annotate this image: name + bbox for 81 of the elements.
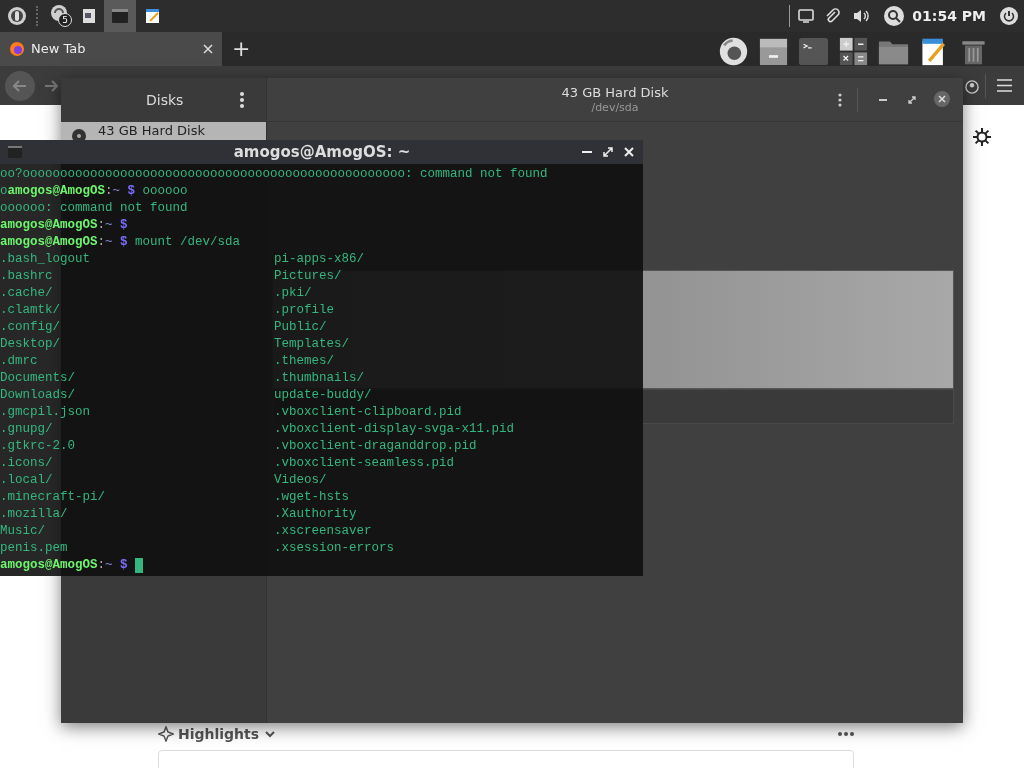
- paperclip-icon[interactable]: [824, 8, 841, 24]
- terminal-icon: [112, 9, 128, 23]
- file-name: Videos/: [274, 473, 327, 487]
- file-name: Templates/: [274, 337, 349, 351]
- prompt-line: amogos@AmogOS:~ $: [0, 217, 129, 234]
- kebab-menu-icon[interactable]: [838, 93, 842, 107]
- prompt-line: amogos@AmogOS:~ $: [0, 557, 643, 574]
- menu-logo-icon[interactable]: [7, 6, 27, 26]
- file-name: .vboxclient-display-svga-x11.pid: [274, 422, 515, 436]
- terminal-output: oo?ooooooooooooooooooooooooooooooooooooooooooooooooooo: command not found: [0, 166, 549, 183]
- file-name: .gmcpil.json: [0, 405, 90, 419]
- file-name: .bashrc: [0, 269, 53, 283]
- file-name: .themes/: [274, 354, 334, 368]
- file-name: .gnupg/: [0, 422, 53, 436]
- close-icon[interactable]: [934, 91, 950, 107]
- sidebar-title: Disks: [146, 90, 184, 110]
- forward-icon[interactable]: [44, 80, 58, 92]
- file-name: update-buddy/: [274, 388, 372, 402]
- file-name: .xsession-errors: [274, 541, 395, 555]
- section-heading[interactable]: Highlights: [178, 723, 260, 745]
- file-name: .icons/: [0, 456, 53, 470]
- file-name: .vboxclient-draganddrop.pid: [274, 439, 477, 453]
- file-name: .mozilla/: [0, 507, 68, 521]
- file-name: Music/: [0, 524, 45, 538]
- prompt-line: amogos@AmogOS:~ $ mount /dev/sda: [0, 234, 242, 251]
- file-name: .Xauthority: [274, 507, 357, 521]
- back-arrow-icon: [13, 80, 27, 92]
- file-name: .thumbnails/: [274, 371, 364, 385]
- drive-item[interactable]: 43 GB Hard Disk: [61, 122, 266, 140]
- clock[interactable]: 01:54 PM: [912, 5, 986, 27]
- file-name: pi-apps-x86/: [274, 252, 364, 266]
- file-name: Desktop/: [0, 337, 60, 351]
- file-name: .minecraft-pi/: [0, 490, 106, 504]
- file-name: .xscreensaver: [274, 524, 372, 538]
- file-name: .pki/: [274, 286, 312, 300]
- calculator-icon[interactable]: [838, 36, 869, 66]
- document-icon[interactable]: [82, 8, 96, 24]
- account-icon[interactable]: [965, 79, 979, 95]
- kebab-menu-icon[interactable]: [240, 92, 244, 108]
- settings-icon[interactable]: [973, 128, 991, 146]
- file-name: Pictures/: [274, 269, 342, 283]
- file-name: .local/: [0, 473, 53, 487]
- file-name: .cache/: [0, 286, 53, 300]
- close-icon[interactable]: [203, 44, 213, 54]
- search-icon[interactable]: [883, 5, 906, 27]
- volume-icon[interactable]: [852, 8, 871, 24]
- file-name: .profile: [274, 303, 334, 317]
- text-editor-icon[interactable]: [145, 8, 161, 24]
- close-icon[interactable]: [624, 147, 634, 157]
- file-name: .clamtk/: [0, 303, 60, 317]
- file-name: .gtkrc-2.0: [0, 439, 75, 453]
- terminal-icon[interactable]: [798, 36, 829, 66]
- prompt-line: oamogos@AmogOS:~ $ oooooo: [0, 183, 189, 200]
- menu-icon[interactable]: [997, 79, 1012, 92]
- sparkle-icon: [158, 726, 174, 742]
- file-name: .dmrc: [0, 354, 38, 368]
- file-name: .config/: [0, 320, 60, 334]
- file-name: .wget-hsts: [274, 490, 349, 504]
- chevron-down-icon[interactable]: [265, 730, 276, 738]
- file-name: .bash_logout: [0, 252, 90, 266]
- file-name: Documents/: [0, 371, 75, 385]
- file-name: Public/: [274, 320, 327, 334]
- file-name: Downloads/: [0, 388, 75, 402]
- browser-tab[interactable]: New Tab: [0, 32, 222, 66]
- terminal-window-icon: [8, 146, 22, 158]
- file-name: .vboxclient-clipboard.pid: [274, 405, 462, 419]
- more-icon[interactable]: [838, 732, 854, 736]
- window-subtitle: /dev/sda: [591, 100, 639, 115]
- file-name: .vboxclient-seamless.pid: [274, 456, 455, 470]
- file-name: penis.pem: [0, 541, 68, 555]
- maximize-icon[interactable]: [603, 147, 613, 157]
- new-tab-button[interactable]: +: [232, 38, 251, 60]
- window-title: amogos@AmogOS: ~: [233, 141, 411, 163]
- terminal-output: oooooo: command not found: [0, 200, 189, 217]
- back-button[interactable]: [5, 71, 35, 101]
- screen-icon[interactable]: [798, 9, 815, 23]
- window-title: 43 GB Hard Disk: [561, 84, 669, 101]
- file-cabinet-icon[interactable]: [758, 36, 789, 66]
- restore-icon[interactable]: [908, 96, 916, 104]
- terminal-taskbar-button[interactable]: [104, 0, 136, 32]
- power-icon[interactable]: [999, 6, 1019, 26]
